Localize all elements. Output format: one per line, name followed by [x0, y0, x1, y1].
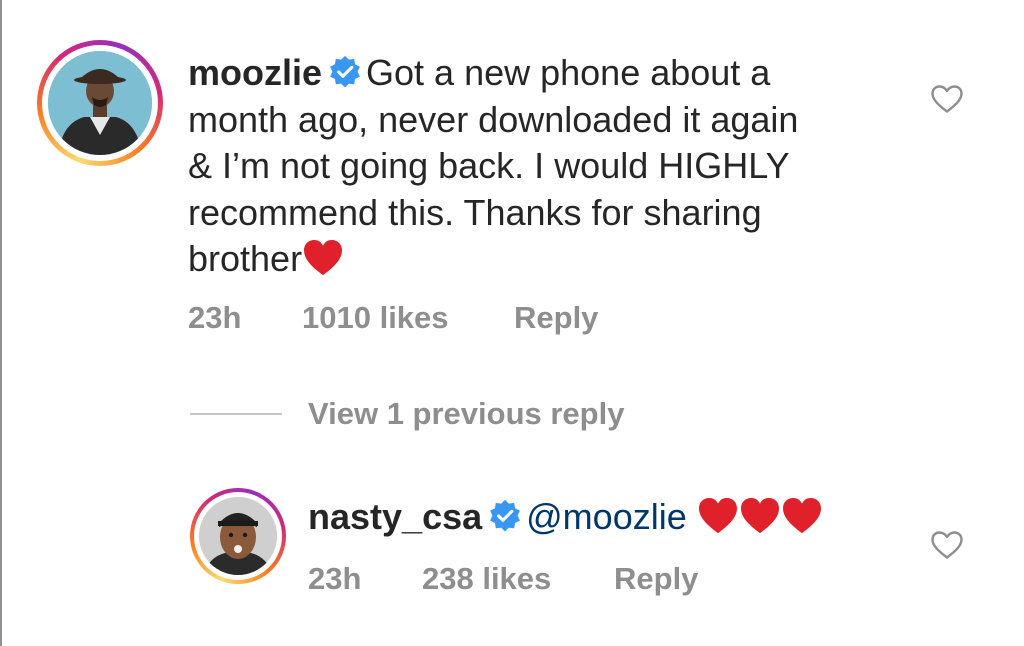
comment-likes[interactable]: 238 likes — [422, 561, 551, 597]
comment-time: 23h — [308, 561, 362, 596]
mention-link[interactable]: @moozlie — [526, 496, 687, 537]
comment-username[interactable]: nasty_csa — [308, 496, 482, 537]
comment-body: nasty_csa @moozlie — [308, 494, 928, 541]
avatar[interactable] — [48, 51, 152, 155]
comment-username[interactable]: moozlie — [188, 52, 322, 93]
avatar[interactable] — [199, 497, 277, 575]
red-heart-icon — [740, 497, 779, 534]
verified-badge-icon — [330, 55, 360, 88]
red-heart-icon — [698, 497, 737, 534]
red-heart-icon — [304, 239, 343, 276]
view-previous-replies-button[interactable]: View 1 previous reply — [308, 396, 624, 432]
reply-button[interactable]: Reply — [514, 300, 598, 336]
thread-divider — [190, 413, 282, 415]
comment-text-line: & I’m not going back. I would HIGHLY — [188, 145, 790, 186]
red-heart-icon — [782, 497, 821, 534]
comment-likes[interactable]: 1010 likes — [302, 300, 449, 336]
comment-time: 23h — [188, 300, 242, 335]
comment-text-line: Got a new phone about a — [366, 52, 771, 93]
comment-text-line: month ago, never downloaded it again — [188, 98, 799, 140]
profile-photo-icon — [48, 51, 152, 155]
reply-button[interactable]: Reply — [614, 561, 698, 597]
verified-badge-icon — [490, 499, 521, 532]
profile-photo-icon — [199, 497, 277, 575]
comment-text-line: brother — [188, 238, 303, 279]
heart-like-icon[interactable] — [930, 84, 964, 114]
comment-body: moozlie Got a new phone about a month ag… — [188, 50, 888, 283]
comments-panel: moozlie Got a new phone about a month ag… — [0, 0, 1024, 646]
comment-text-line: recommend this. Thanks for sharing — [188, 191, 762, 233]
heart-like-icon[interactable] — [930, 530, 964, 560]
